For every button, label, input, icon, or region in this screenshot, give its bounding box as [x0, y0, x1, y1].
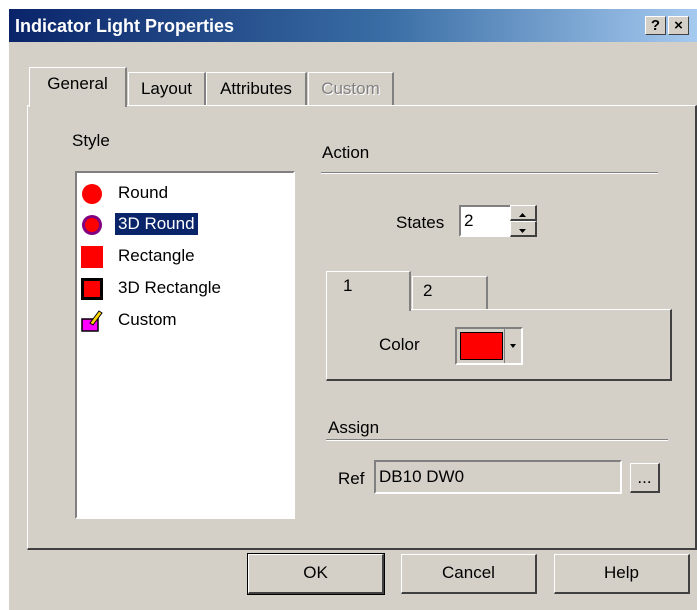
cancel-button[interactable]: Cancel [401, 554, 537, 594]
state-tab-2-label: 2 [423, 281, 433, 300]
list-item-label: Rectangle [118, 246, 195, 265]
ref-input[interactable]: DB10 DW0 [374, 460, 622, 494]
action-label: Action [322, 143, 370, 162]
window-title: Indicator Light Properties [15, 16, 235, 36]
color-swatch [460, 332, 503, 360]
tab-layout-label: Layout [140, 79, 193, 98]
color-label: Color [379, 335, 420, 354]
red-circle-icon [82, 184, 102, 204]
tab-custom: Custom [308, 72, 394, 105]
assign-label: Assign [328, 418, 380, 437]
color-picker[interactable] [455, 327, 523, 365]
tab-state-2[interactable]: 2 [412, 276, 488, 310]
help-button[interactable]: Help [554, 554, 690, 594]
tab-attributes-label: Attributes [220, 79, 292, 98]
states-spinner-input[interactable]: 2 [459, 205, 513, 237]
tab-general-label: General [47, 74, 108, 93]
custom-paint-icon [81, 310, 103, 332]
arrow-down-icon [519, 229, 526, 233]
list-item-label: 3D Rectangle [118, 278, 222, 297]
style-label: Style [72, 131, 110, 150]
states-value: 2 [464, 211, 474, 230]
tab-layout[interactable]: Layout [128, 72, 206, 105]
style-list[interactable]: Round 3D Round Rectangle 3D Rectangle Cu… [75, 171, 295, 519]
spin-down-button[interactable] [510, 221, 537, 237]
list-item-label: Custom [118, 310, 177, 329]
state-panel: Color [326, 309, 672, 381]
3d-circle-icon [82, 215, 102, 235]
action-separator [321, 172, 658, 174]
tab-general[interactable]: General [29, 67, 127, 107]
3d-square-icon [81, 278, 103, 300]
tab-attributes[interactable]: Attributes [206, 72, 307, 105]
color-dropdown-button[interactable] [504, 329, 521, 363]
tab-state-1[interactable]: 1 [326, 271, 411, 311]
close-button[interactable]: × [668, 16, 689, 35]
arrow-up-icon [519, 213, 526, 217]
ok-button[interactable]: OK [247, 553, 385, 595]
spin-up-button[interactable] [510, 205, 537, 221]
ref-value: DB10 DW0 [379, 467, 465, 486]
list-item-label: Round [118, 183, 169, 202]
states-label: States [396, 213, 445, 232]
dialog-window: Indicator Light Properties ? × General L… [8, 8, 697, 610]
title-bar[interactable]: Indicator Light Properties ? × [9, 9, 697, 42]
general-tab-panel: Style Round 3D Round Rectangle 3D Rectan… [27, 105, 697, 550]
browse-button[interactable]: ... [630, 463, 660, 493]
list-item-label: 3D Round [115, 213, 198, 235]
ref-label: Ref [338, 469, 365, 488]
chevron-down-icon [510, 344, 516, 348]
state-tab-1-label: 1 [343, 276, 353, 295]
red-square-icon [81, 246, 103, 268]
help-title-button[interactable]: ? [645, 16, 666, 35]
tab-custom-label: Custom [321, 79, 380, 98]
assign-separator [326, 439, 668, 441]
